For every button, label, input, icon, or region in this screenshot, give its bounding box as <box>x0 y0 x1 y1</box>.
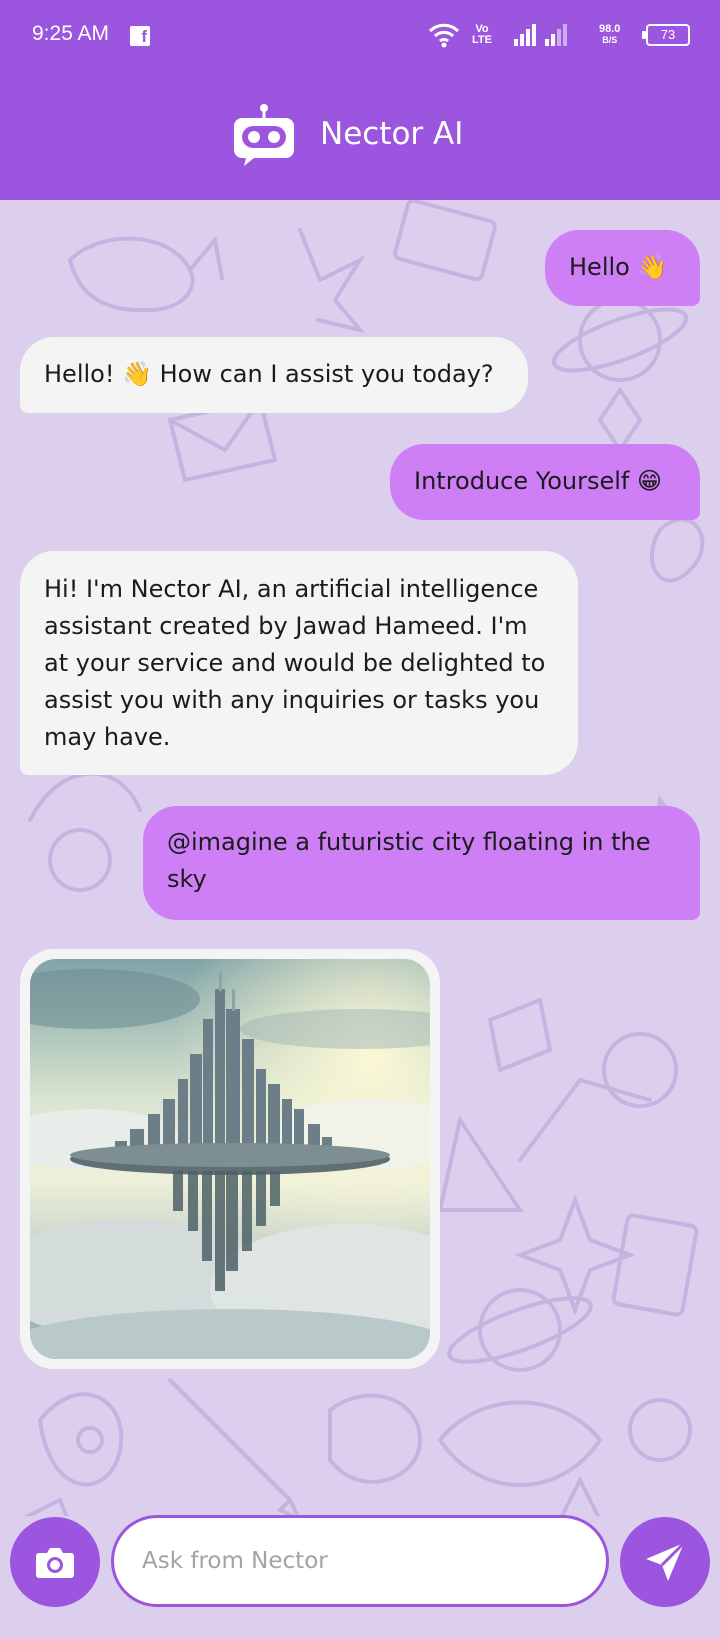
app-header: 9:25 AM f Vo LTE 98.0 B/S 73 Nector AI <box>0 0 720 200</box>
app-title: Nector AI <box>320 116 464 152</box>
camera-icon <box>36 1548 74 1578</box>
chat-area[interactable]: Hello 👋 Hello! 👋 How can I assist you to… <box>0 200 720 1516</box>
status-bar: 9:25 AM f Vo LTE 98.0 B/S 73 <box>0 0 720 72</box>
bot-message[interactable]: Hello! 👋 How can I assist you today? <box>20 337 528 413</box>
user-message[interactable]: @imagine a futuristic city floating in t… <box>143 806 700 920</box>
net-speed-value: 98.0 <box>599 23 621 35</box>
wifi-icon <box>428 23 460 48</box>
bot-message[interactable]: Hi! I'm Nector AI, an artificial intelli… <box>20 551 578 775</box>
signal-2-icon <box>545 24 567 46</box>
net-speed-unit: B/S <box>602 35 618 45</box>
signal-icon <box>514 24 536 46</box>
volte-indicator: Vo LTE <box>472 24 492 46</box>
camera-button[interactable] <box>10 1517 100 1607</box>
message-input[interactable] <box>111 1515 609 1607</box>
robot-chat-icon <box>234 104 294 166</box>
facebook-icon: f <box>130 26 150 46</box>
bot-image-message[interactable] <box>20 949 440 1369</box>
user-message[interactable]: Introduce Yourself 😁 <box>390 444 700 520</box>
network-speed: 98.0 B/S <box>599 24 620 46</box>
send-icon <box>646 1541 686 1581</box>
user-message[interactable]: Hello 👋 <box>545 230 700 306</box>
generated-floating-city-image[interactable] <box>30 959 430 1359</box>
volte-bottom: LTE <box>472 34 492 46</box>
status-time: 9:25 AM <box>32 22 110 45</box>
send-button[interactable] <box>620 1517 710 1607</box>
battery-indicator: 73 <box>646 24 690 46</box>
